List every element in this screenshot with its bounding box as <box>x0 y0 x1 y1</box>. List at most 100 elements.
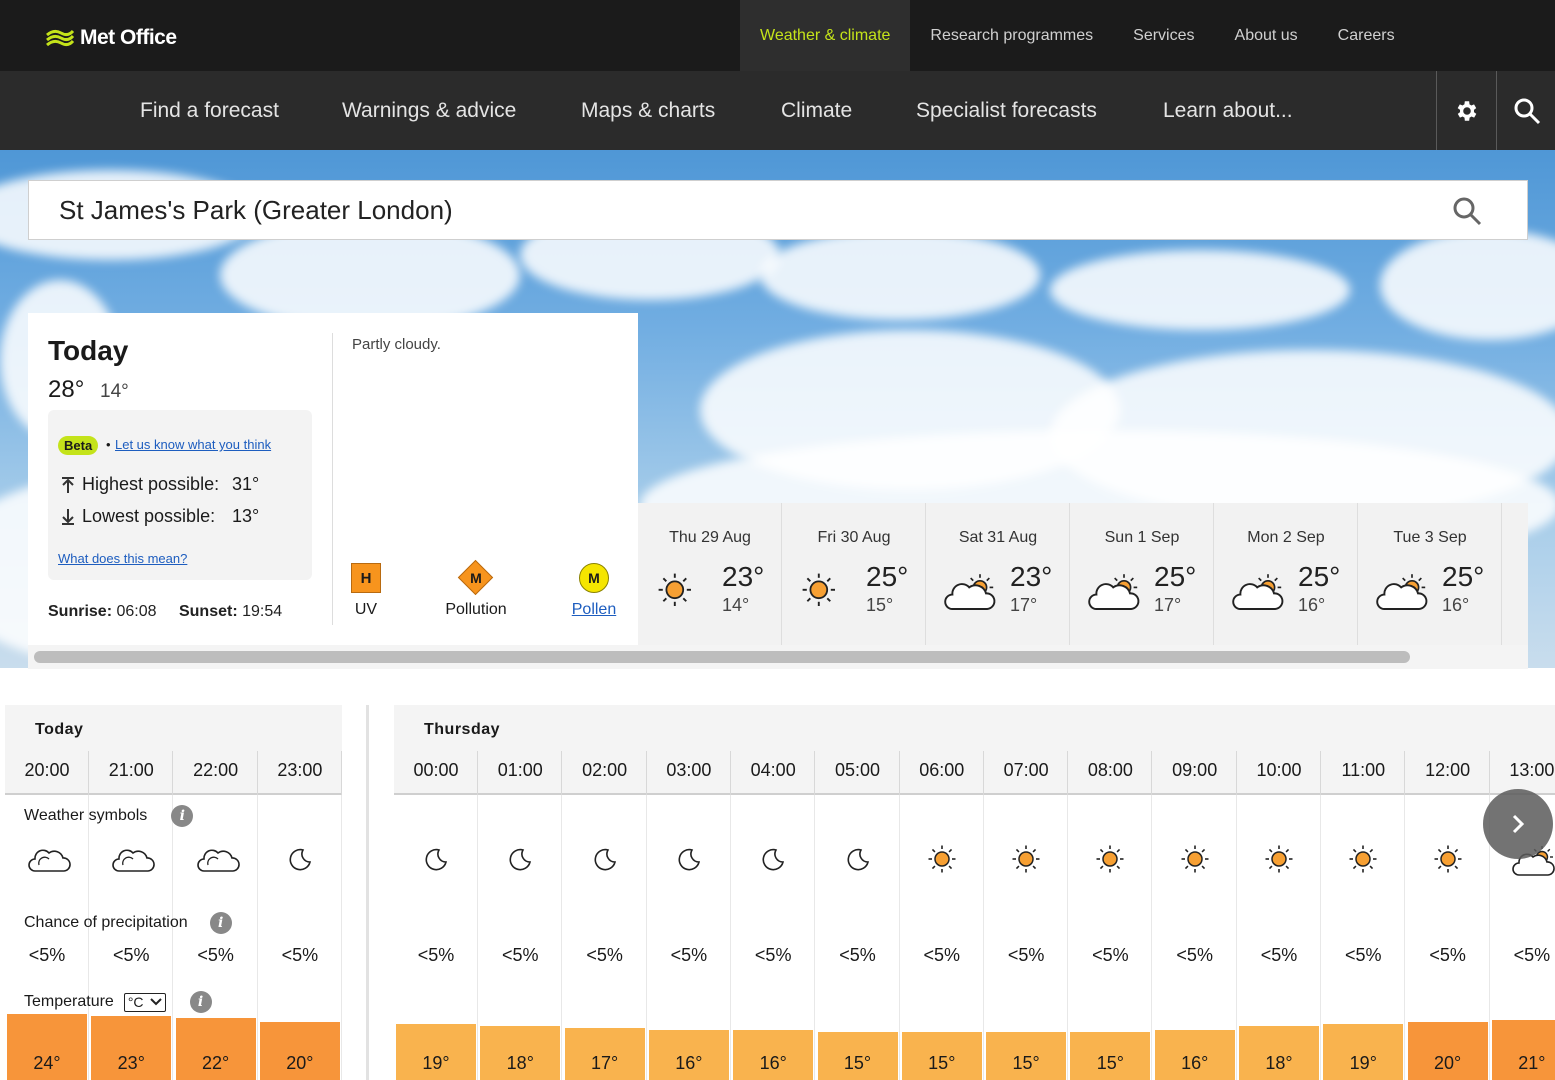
day-low: 15° <box>866 595 894 615</box>
moon-icon <box>286 845 314 878</box>
cloud-icon <box>27 845 71 880</box>
top-nav-services[interactable]: Services <box>1113 0 1214 71</box>
info-icon[interactable]: i <box>209 912 232 934</box>
hour-column: 03:00 <5% 16° <box>647 705 731 1080</box>
today-high-temp: 28° <box>48 376 85 403</box>
precipitation-value: <5% <box>113 945 150 965</box>
main-nav-climate[interactable]: Climate <box>781 71 852 150</box>
hour-column: 12:00 <5% 20° <box>1406 705 1490 1080</box>
day-tab-sun[interactable]: Sun 1 Sep 25° 17° <box>1070 503 1214 645</box>
day-low: 16° <box>1442 595 1470 615</box>
location-search-button[interactable] <box>1451 195 1483 234</box>
main-nav-learn[interactable]: Learn about... <box>1163 71 1293 150</box>
hour-time: 21:00 <box>108 760 154 780</box>
beta-badge: Beta <box>58 436 99 455</box>
day-tab-mon[interactable]: Mon 2 Sep 25° 16° <box>1214 503 1358 645</box>
precipitation-value: <5% <box>28 945 66 965</box>
scrollbar-thumb[interactable] <box>34 651 1410 663</box>
highest-possible-value: 31° <box>232 474 260 494</box>
moon-icon <box>759 845 787 878</box>
info-icon[interactable]: i <box>189 991 212 1013</box>
hour-time: 00:00 <box>413 760 459 780</box>
feedback-link[interactable]: Let us know what you think <box>115 437 271 452</box>
temperature-value: 19° <box>422 1053 450 1073</box>
chevron-right-icon <box>1512 814 1525 834</box>
pollen-indicator[interactable]: M Pollen <box>564 561 624 619</box>
day-tab-thu[interactable]: Thu 29 Aug 23° 14° <box>638 503 782 645</box>
day-tab-sat[interactable]: Sat 31 Aug 23° 17° <box>926 503 1070 645</box>
precipitation-value: <5% <box>1345 945 1382 965</box>
pollen-link[interactable]: Pollen <box>564 601 624 619</box>
uv-indicator[interactable]: H UV <box>346 561 386 619</box>
hour-time: 11:00 <box>1341 760 1386 780</box>
sunrise-label: Sunrise: <box>48 603 113 620</box>
settings-button[interactable] <box>1436 71 1496 150</box>
hourly-next-button[interactable] <box>1483 789 1553 859</box>
precipitation-label: Chance of precipitation <box>24 914 188 931</box>
top-nav-research[interactable]: Research programmes <box>910 0 1113 71</box>
precipitation-value: <5% <box>502 945 539 965</box>
temperature-value: 15° <box>1012 1053 1040 1073</box>
search-icon <box>1514 98 1540 124</box>
hour-column: 21:00 <5% 23° <box>89 705 174 1080</box>
precipitation-value: <5% <box>1260 945 1298 965</box>
sun-times: Sunrise: 06:08 Sunset: 19:54 <box>48 603 282 621</box>
day-name: Sun 1 Sep <box>1104 529 1180 546</box>
temperature-value: 15° <box>1096 1053 1124 1073</box>
hour-time: 20:00 <box>24 760 70 780</box>
main-nav-warnings[interactable]: Warnings & advice <box>342 71 516 150</box>
card-divider <box>332 333 333 625</box>
precipitation-value: <5% <box>923 945 961 965</box>
main-nav: Find a forecast Warnings & advice Maps &… <box>0 71 1555 150</box>
sun-icon <box>928 845 956 878</box>
day-name: Tue 3 Sep <box>1393 529 1467 546</box>
hour-column: 20:00 <5% 24° <box>5 705 89 1080</box>
hour-column: 02:00 <5% 17° <box>563 705 647 1080</box>
temperature-value: 19° <box>1349 1053 1377 1073</box>
day-high: 23° <box>1010 561 1053 592</box>
top-nav-weather-climate[interactable]: Weather & climate <box>740 0 911 71</box>
header-search-button[interactable] <box>1496 71 1555 150</box>
today-description: Partly cloudy. <box>352 336 441 353</box>
sun-cloud-icon <box>944 573 1004 619</box>
daily-strip-scrollbar[interactable] <box>28 645 1528 669</box>
temperature-label: Temperature <box>24 993 114 1010</box>
day-tab-tue[interactable]: Tue 3 Sep 25° 16° <box>1358 503 1502 645</box>
precipitation-value: <5% <box>670 945 708 965</box>
info-icon[interactable]: i <box>171 805 194 827</box>
pollution-indicator[interactable]: M Pollution <box>436 559 516 619</box>
main-nav-maps[interactable]: Maps & charts <box>581 71 715 150</box>
sunset-label: Sunset: <box>178 603 238 620</box>
precipitation-value: <5% <box>197 945 234 965</box>
hour-column: 01:00 <5% 18° <box>478 705 563 1080</box>
sun-icon <box>1434 845 1462 878</box>
temperature-value: 17° <box>590 1053 619 1073</box>
temperature-unit-select[interactable]: °C <box>123 992 166 1012</box>
weather-symbols-row-label: Weather symbols i <box>24 805 194 827</box>
day-tab-fri[interactable]: Fri 30 Aug 25° 15° <box>782 503 926 645</box>
lowest-possible-label: Lowest possible: <box>82 506 216 526</box>
top-nav-careers[interactable]: Careers <box>1318 0 1415 71</box>
hour-time: 07:00 <box>1003 760 1049 780</box>
main-nav-specialist[interactable]: Specialist forecasts <box>916 71 1097 150</box>
hour-column: 07:00 <5% 15° <box>984 705 1069 1080</box>
uv-level-icon: H <box>351 563 381 593</box>
what-does-this-mean-link[interactable]: What does this mean? <box>58 551 187 566</box>
lowest-possible-row: Lowest possible: 13° <box>60 506 259 527</box>
day-high: 23° <box>722 561 765 592</box>
sun-icon <box>1096 845 1124 878</box>
precipitation-value: <5% <box>839 945 876 965</box>
sun-icon <box>1012 845 1040 878</box>
precipitation-value: <5% <box>417 945 455 965</box>
temperature-value: 23° <box>117 1053 145 1073</box>
location-search-input[interactable]: St James's Park (Greater London) <box>28 180 1528 240</box>
sun-cloud-icon <box>1376 573 1436 619</box>
met-office-logo[interactable]: Met Office <box>46 26 177 50</box>
moon-icon <box>591 845 619 878</box>
sun-icon <box>658 573 692 612</box>
moon-icon <box>675 845 703 878</box>
top-nav-about[interactable]: About us <box>1215 0 1318 71</box>
hour-time: 02:00 <box>582 760 628 780</box>
logo-waves-icon <box>46 29 74 47</box>
main-nav-find-forecast[interactable]: Find a forecast <box>140 71 279 150</box>
